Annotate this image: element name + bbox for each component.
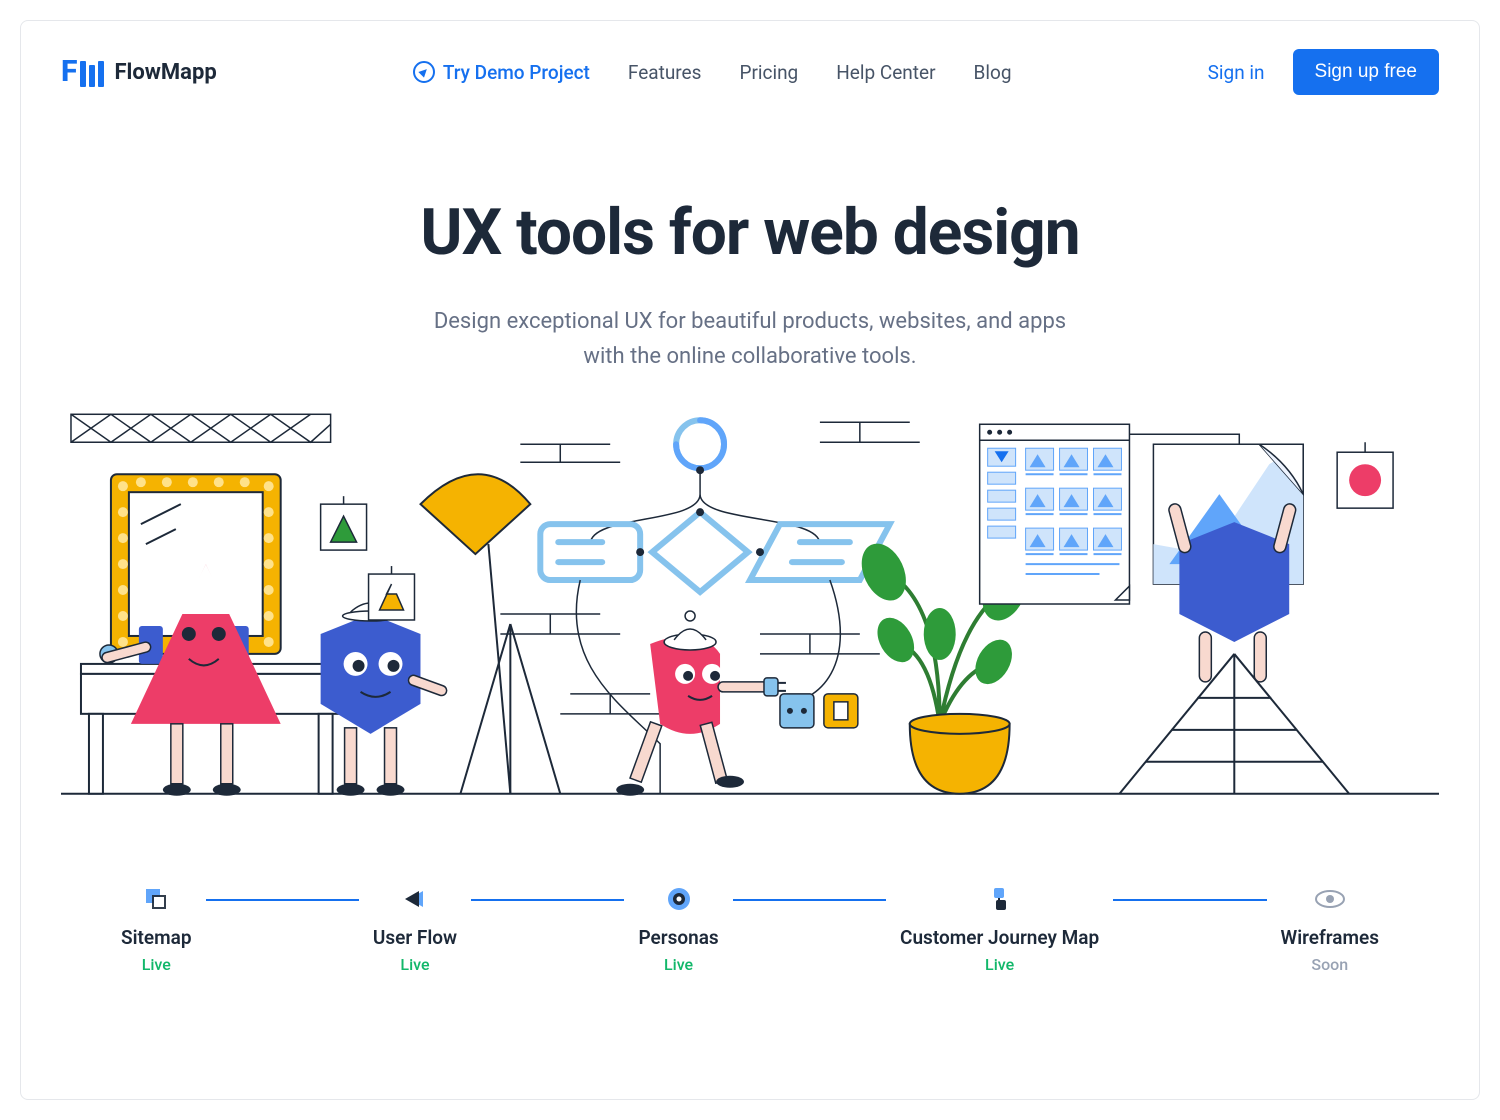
feature-status: Live <box>985 955 1014 974</box>
hero: UX tools for web design Design exception… <box>61 195 1439 374</box>
sign-up-button[interactable]: Sign up free <box>1293 49 1439 95</box>
feature-sitemap[interactable]: Sitemap Live <box>121 884 192 974</box>
feature-personas[interactable]: Personas Live <box>638 884 718 974</box>
header-auth: Sign in Sign up free <box>1208 49 1439 95</box>
feature-status: Soon <box>1311 955 1348 974</box>
sitemap-icon <box>141 884 171 914</box>
brand-name: FlowMapp <box>114 60 216 85</box>
feature-wireframes[interactable]: Wireframes Soon <box>1281 884 1379 974</box>
compass-icon <box>413 61 435 83</box>
wireframes-icon <box>1315 884 1345 914</box>
nav-features[interactable]: Features <box>628 61 702 84</box>
journey-map-icon <box>985 884 1015 914</box>
nav-try-demo[interactable]: Try Demo Project <box>413 61 590 84</box>
feature-tabs: Sitemap Live User Flow Live Personas Liv… <box>61 884 1439 974</box>
header: F FlowMapp Try Demo Project Features Pri… <box>61 49 1439 95</box>
nav-pricing[interactable]: Pricing <box>739 61 798 84</box>
connector <box>1113 899 1266 901</box>
feature-status: Live <box>142 955 171 974</box>
feature-customer-journey-map[interactable]: Customer Journey Map Live <box>900 884 1099 974</box>
hero-illustration <box>61 404 1439 814</box>
hero-subtitle: Design exceptional UX for beautiful prod… <box>360 304 1140 374</box>
brand-logo[interactable]: F FlowMapp <box>61 57 217 87</box>
feature-label: User Flow <box>373 926 457 949</box>
feature-user-flow[interactable]: User Flow Live <box>373 884 457 974</box>
primary-nav: Try Demo Project Features Pricing Help C… <box>413 61 1012 84</box>
feature-status: Live <box>664 955 693 974</box>
nav-demo-label: Try Demo Project <box>443 61 590 84</box>
nav-blog[interactable]: Blog <box>974 61 1012 84</box>
hero-title: UX tools for web design <box>61 195 1439 270</box>
connector <box>471 899 624 901</box>
connector <box>206 899 359 901</box>
sign-in-link[interactable]: Sign in <box>1208 61 1265 84</box>
feature-label: Sitemap <box>121 926 192 949</box>
personas-icon <box>664 884 694 914</box>
feature-label: Personas <box>638 926 718 949</box>
feature-label: Customer Journey Map <box>900 926 1099 949</box>
nav-help-center[interactable]: Help Center <box>836 61 935 84</box>
user-flow-icon <box>400 884 430 914</box>
logo-mark-icon: F <box>61 57 104 87</box>
connector <box>733 899 886 901</box>
feature-status: Live <box>400 955 429 974</box>
feature-label: Wireframes <box>1281 926 1379 949</box>
